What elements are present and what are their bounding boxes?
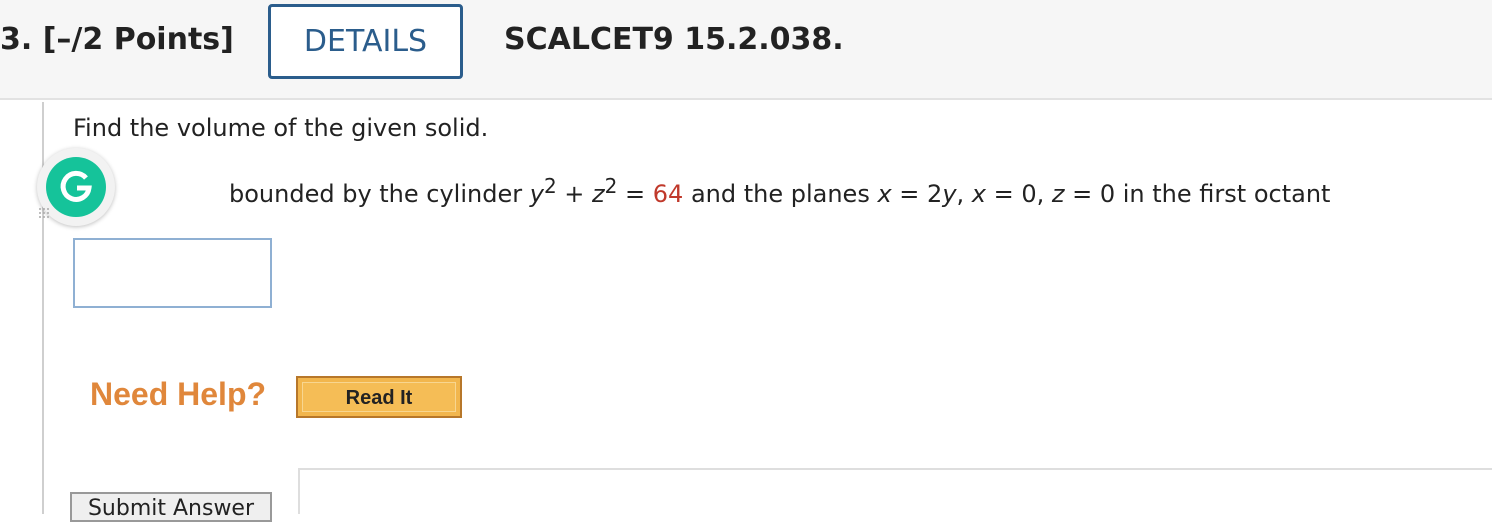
eq-text: ,: [956, 180, 972, 208]
question-header: 3. [–/2 Points] DETAILS SCALCET9 15.2.03…: [0, 0, 1492, 100]
var-y: y: [942, 180, 957, 208]
read-it-label: Read It: [302, 382, 456, 412]
exponent: 2: [604, 174, 618, 198]
answer-input[interactable]: [73, 238, 272, 308]
var-y: y: [529, 180, 544, 208]
eq-equals: =: [617, 180, 653, 208]
grammarly-g-icon: [46, 157, 106, 217]
details-button[interactable]: DETAILS: [268, 4, 463, 79]
eq-text: = 0,: [985, 180, 1052, 208]
eq-text: = 0 in the first octant: [1064, 180, 1331, 208]
question-prompt: Find the volume of the given solid.: [73, 114, 489, 142]
exponent: 2: [543, 174, 557, 198]
var-z: z: [592, 180, 605, 208]
eq-text: bounded by the cylinder: [229, 180, 530, 208]
submit-answer-button[interactable]: Submit Answer: [70, 492, 272, 522]
drag-grip-icon[interactable]: [38, 206, 52, 220]
var-x: x: [877, 180, 892, 208]
solid-description: bounded by the cylinder y2 + z2 = 64 and…: [229, 176, 1331, 208]
eq-plus: +: [556, 180, 593, 208]
need-help-label: Need Help?: [90, 376, 267, 412]
eq-text: = 2: [891, 180, 943, 208]
question-code: SCALCET9 15.2.038.: [504, 22, 844, 57]
var-z: z: [1051, 180, 1065, 208]
side-panel: [298, 468, 1492, 514]
randomized-value: 64: [652, 180, 684, 208]
read-it-button[interactable]: Read It: [296, 376, 462, 418]
var-x: x: [971, 180, 986, 208]
eq-text: and the planes: [683, 180, 878, 208]
question-number: 3. [–/2 Points]: [0, 22, 234, 57]
